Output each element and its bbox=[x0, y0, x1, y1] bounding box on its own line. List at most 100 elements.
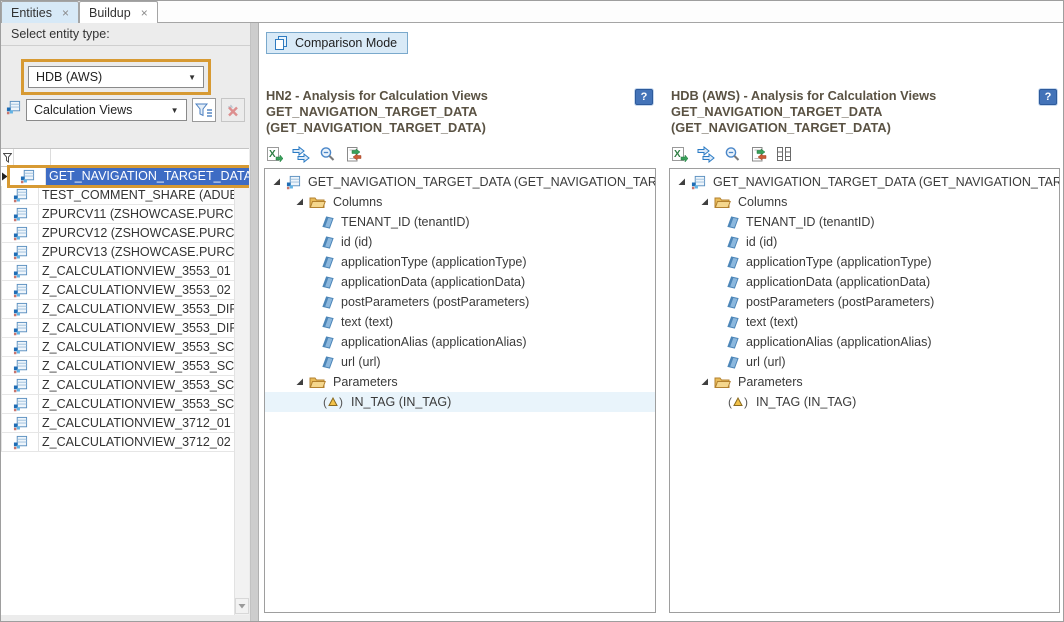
tab-bar: Entities × Buildup × bbox=[1, 1, 1063, 23]
tree-columns-folder[interactable]: Columns bbox=[265, 192, 655, 212]
tree-expand-icon[interactable] bbox=[295, 377, 305, 387]
transfer-arrows-icon[interactable] bbox=[292, 146, 310, 163]
entity-list: GET_NAVIGATION_TARGET_DATA (s TEST_COMME… bbox=[1, 148, 249, 615]
entity-list-item[interactable]: Z_CALCULATIONVIEW_3553_DIRECT bbox=[1, 319, 249, 338]
open-folder-icon bbox=[714, 195, 731, 209]
entity-name: Z_CALCULATIONVIEW_3553_DIRECT bbox=[39, 300, 249, 318]
calculation-view-icon-cell bbox=[2, 376, 39, 394]
entity-list-item[interactable]: GET_NAVIGATION_TARGET_DATA (s bbox=[1, 167, 249, 186]
list-filter-gutter[interactable] bbox=[1, 149, 14, 166]
chevron-down-icon: ▼ bbox=[188, 73, 196, 82]
column-leaf-icon bbox=[322, 356, 334, 369]
help-icon[interactable]: ? bbox=[1039, 89, 1057, 105]
entity-type-dropdown[interactable]: HDB (AWS) ▼ bbox=[28, 66, 204, 88]
tree-column-item[interactable]: text (text) bbox=[265, 312, 655, 332]
transfer-arrows-icon[interactable] bbox=[697, 146, 715, 163]
sidebar: Select entity type: HDB (AWS) ▼ Calculat… bbox=[1, 23, 251, 621]
tree-parameters-folder[interactable]: Parameters bbox=[670, 372, 1059, 392]
entity-list-item[interactable]: Z_CALCULATIONVIEW_3553_01 (ZSF bbox=[1, 262, 249, 281]
copy-pages-icon bbox=[273, 35, 289, 51]
parameter-triangle-icon: ( ) bbox=[322, 395, 344, 409]
tree-column-item[interactable]: url (url) bbox=[670, 352, 1059, 372]
calculation-view-icon bbox=[13, 207, 28, 222]
calculation-view-icon-cell bbox=[2, 262, 39, 280]
list-name-column-header[interactable] bbox=[51, 149, 249, 166]
entity-name: ZPURCV13 (ZSHOWCASE.PURCHASIN bbox=[39, 243, 249, 261]
tree-column-item[interactable]: postParameters (postParameters) bbox=[670, 292, 1059, 312]
column-leaf-icon bbox=[322, 276, 334, 289]
tab-buildup[interactable]: Buildup × bbox=[79, 1, 158, 23]
entity-list-item[interactable]: Z_CALCULATIONVIEW_3553_SCRIPT bbox=[1, 338, 249, 357]
excel-export-icon[interactable]: X bbox=[266, 146, 283, 163]
tree-columns-folder-label: Columns bbox=[333, 195, 382, 209]
entity-list-item[interactable]: Z_CALCULATIONVIEW_3553_02 (ZSF bbox=[1, 281, 249, 300]
entity-list-item[interactable]: Z_CALCULATIONVIEW_3553_DIRECT bbox=[1, 300, 249, 319]
tree-root-node[interactable]: GET_NAVIGATION_TARGET_DATA (GET_NAVIGATI… bbox=[670, 172, 1059, 192]
tree-parameter-item[interactable]: ( ) IN_TAG (IN_TAG) bbox=[670, 392, 1059, 412]
tree-column-item[interactable]: postParameters (postParameters) bbox=[265, 292, 655, 312]
zoom-search-icon[interactable] bbox=[319, 146, 336, 163]
entity-name: Z_CALCULATIONVIEW_3712_02 (ZSF bbox=[39, 433, 249, 451]
tree-column-item[interactable]: applicationAlias (applicationAlias) bbox=[265, 332, 655, 352]
sync-document-icon[interactable] bbox=[750, 146, 767, 163]
tree-column-item[interactable]: text (text) bbox=[670, 312, 1059, 332]
column-grid-icon[interactable] bbox=[776, 146, 792, 162]
tree-column-item[interactable]: applicationType (applicationType) bbox=[670, 252, 1059, 272]
tree-expand-icon[interactable] bbox=[295, 197, 305, 207]
tree-column-item[interactable]: applicationAlias (applicationAlias) bbox=[670, 332, 1059, 352]
tree-column-item[interactable]: applicationData (applicationData) bbox=[670, 272, 1059, 292]
tree-column-item[interactable]: applicationType (applicationType) bbox=[265, 252, 655, 272]
entity-type-highlight-box: HDB (AWS) ▼ bbox=[21, 59, 211, 95]
entity-list-item[interactable]: Z_CALCULATIONVIEW_3712_01 (ZSF bbox=[1, 414, 249, 433]
tree-parameters-folder[interactable]: Parameters bbox=[265, 372, 655, 392]
excel-export-icon[interactable]: X bbox=[671, 146, 688, 163]
tree-expand-icon[interactable] bbox=[700, 197, 710, 207]
tree-column-item[interactable]: TENANT_ID (tenantID) bbox=[670, 212, 1059, 232]
column-leaf-icon bbox=[727, 316, 739, 329]
tab-entities[interactable]: Entities × bbox=[1, 1, 79, 23]
tree-columns-folder[interactable]: Columns bbox=[670, 192, 1059, 212]
tree-expand-icon[interactable] bbox=[700, 377, 710, 387]
entity-list-item[interactable]: Z_CALCULATIONVIEW_3553_SCRIPT bbox=[1, 376, 249, 395]
calculation-view-icon bbox=[13, 302, 28, 317]
tree-root-node[interactable]: GET_NAVIGATION_TARGET_DATA (GET_NAVIGATI… bbox=[265, 172, 655, 192]
tree-column-item[interactable]: TENANT_ID (tenantID) bbox=[265, 212, 655, 232]
tree-column-item[interactable]: applicationData (applicationData) bbox=[265, 272, 655, 292]
entity-list-item[interactable]: TEST_COMMENT_SHARE (ADUERRST bbox=[1, 186, 249, 205]
calculation-view-icon-cell bbox=[2, 357, 39, 375]
entity-list-item[interactable]: Z_CALCULATIONVIEW_3553_SCRIPT bbox=[1, 357, 249, 376]
tab-entities-close-icon[interactable]: × bbox=[62, 7, 69, 19]
red-x-icon bbox=[226, 103, 240, 117]
tree-column-item[interactable]: id (id) bbox=[265, 232, 655, 252]
tree-column-item-label: applicationAlias (applicationAlias) bbox=[341, 335, 527, 349]
tree-column-item[interactable]: url (url) bbox=[265, 352, 655, 372]
calculation-view-icon-cell bbox=[2, 395, 39, 413]
scroll-down-button[interactable] bbox=[235, 598, 249, 614]
tree-expand-icon[interactable] bbox=[272, 177, 282, 187]
panel-hdb-aws-tree: GET_NAVIGATION_TARGET_DATA (GET_NAVIGATI… bbox=[669, 168, 1060, 613]
entity-list-item[interactable]: ZPURCV13 (ZSHOWCASE.PURCHASIN bbox=[1, 243, 249, 262]
clear-filter-button[interactable] bbox=[221, 98, 245, 122]
calculation-view-icon bbox=[13, 188, 28, 203]
tab-entities-label: Entities bbox=[11, 6, 52, 20]
entity-list-item[interactable]: ZPURCV12 (ZSHOWCASE.PURCHASIN bbox=[1, 224, 249, 243]
filter-button[interactable] bbox=[192, 98, 216, 122]
sidebar-resize-handle[interactable] bbox=[251, 23, 259, 621]
sync-document-icon[interactable] bbox=[345, 146, 362, 163]
tab-buildup-close-icon[interactable]: × bbox=[141, 7, 148, 19]
entity-list-item[interactable]: Z_CALCULATIONVIEW_3553_SCRIPT bbox=[1, 395, 249, 414]
entity-list-item[interactable]: ZPURCV11 (ZSHOWCASE.PURCHASIN bbox=[1, 205, 249, 224]
tree-column-item[interactable]: id (id) bbox=[670, 232, 1059, 252]
zoom-search-icon[interactable] bbox=[724, 146, 741, 163]
calculation-view-icon-cell bbox=[2, 205, 39, 223]
comparison-mode-button[interactable]: Comparison Mode bbox=[266, 32, 408, 54]
tree-expand-icon[interactable] bbox=[677, 177, 687, 187]
entity-list-body: GET_NAVIGATION_TARGET_DATA (s TEST_COMME… bbox=[1, 167, 249, 452]
help-icon[interactable]: ? bbox=[635, 89, 653, 105]
view-type-dropdown[interactable]: Calculation Views ▼ bbox=[26, 99, 187, 121]
tree-parameter-item[interactable]: ( ) IN_TAG (IN_TAG) bbox=[265, 392, 655, 412]
calculation-view-icon bbox=[13, 340, 28, 355]
list-icon-column-header[interactable] bbox=[14, 149, 51, 166]
entity-list-item[interactable]: Z_CALCULATIONVIEW_3712_02 (ZSF bbox=[1, 433, 249, 452]
entity-list-scrollbar[interactable] bbox=[234, 168, 249, 615]
